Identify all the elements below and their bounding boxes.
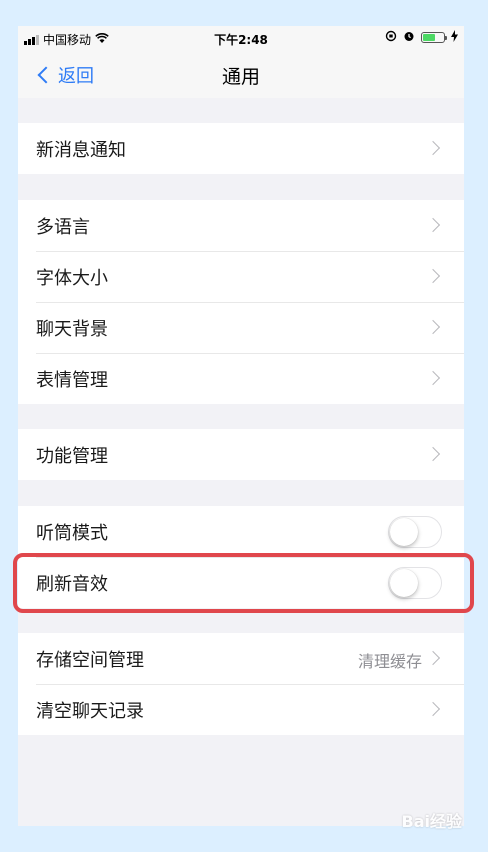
- row-label: 多语言: [36, 216, 90, 238]
- chevron-right-icon: [425, 701, 441, 717]
- row-earpiece-mode: 听筒模式: [18, 506, 464, 557]
- row-label: 听筒模式: [36, 522, 108, 544]
- orientation-lock-icon: [385, 30, 397, 45]
- section-features: 功能管理: [18, 429, 464, 480]
- chevron-right-icon: [425, 370, 441, 386]
- charging-icon: [451, 30, 458, 45]
- earpiece-mode-toggle[interactable]: [388, 516, 442, 548]
- chevron-right-icon: [425, 268, 441, 284]
- chevron-right-icon: [425, 446, 441, 462]
- navigation-bar: 返回 通用: [18, 52, 464, 98]
- row-sticker-management[interactable]: 表情管理: [18, 353, 464, 404]
- section-storage: 存储空间管理 清理缓存 清空聊天记录: [18, 633, 464, 735]
- battery-icon: [421, 32, 447, 43]
- row-value: 清理缓存: [357, 652, 422, 671]
- row-font-size[interactable]: 字体大小: [18, 251, 464, 302]
- row-label: 字体大小: [36, 267, 108, 289]
- status-bar: 中国移动 下午2:48: [18, 26, 464, 52]
- chevron-right-icon: [425, 217, 441, 233]
- section-notifications: 新消息通知: [18, 123, 464, 174]
- row-feature-management[interactable]: 功能管理: [18, 429, 464, 480]
- chevron-right-icon: [425, 319, 441, 335]
- watermark-logo: Bai经验: [401, 812, 462, 831]
- row-clear-chat-history[interactable]: 清空聊天记录: [18, 684, 464, 735]
- row-label: 新消息通知: [36, 139, 126, 161]
- row-new-message-notification[interactable]: 新消息通知: [18, 123, 464, 174]
- row-label: 存储空间管理: [36, 649, 144, 671]
- section-display: 多语言 字体大小 聊天背景 表情管理: [18, 200, 464, 404]
- row-storage-management[interactable]: 存储空间管理 清理缓存: [18, 633, 464, 684]
- row-label: 功能管理: [36, 445, 108, 467]
- alarm-icon: [403, 30, 415, 45]
- row-chat-background[interactable]: 聊天背景: [18, 302, 464, 353]
- page-title: 通用: [221, 66, 260, 88]
- row-language[interactable]: 多语言: [18, 200, 464, 251]
- row-label: 清空聊天记录: [36, 700, 144, 722]
- phone-screen: 中国移动 下午2:48 返回 通用 新消息通知 多语言 字体大小 聊天背景 表情…: [18, 26, 464, 826]
- row-label: 聊天背景: [36, 318, 108, 340]
- row-label: 表情管理: [36, 369, 108, 391]
- chevron-right-icon: [425, 140, 441, 156]
- highlight-box: [13, 553, 474, 613]
- chevron-right-icon: [425, 650, 441, 666]
